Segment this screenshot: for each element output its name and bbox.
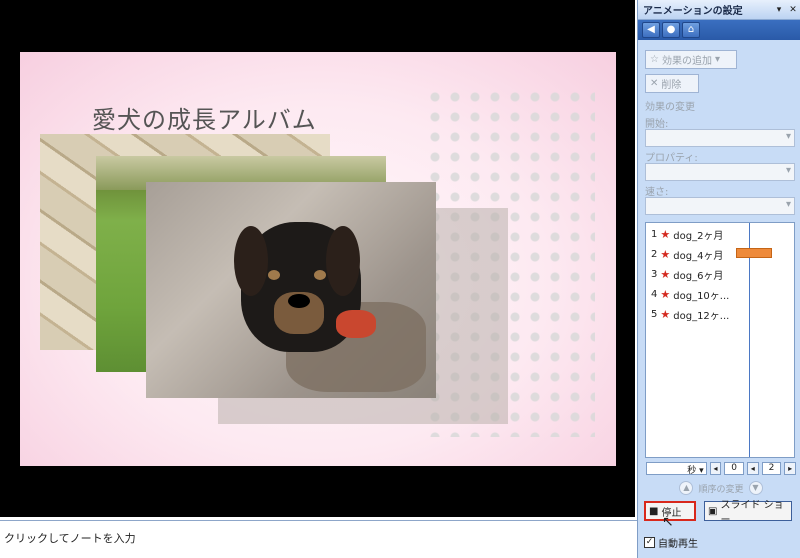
pane-nav: ◀ ● ⌂ (638, 20, 800, 40)
remove-label: 削除 (661, 80, 682, 91)
slideshow-icon: ▣ (708, 505, 718, 517)
item-name: dog_2ヶ月 (673, 230, 724, 242)
notes-pane[interactable]: クリックしてノートを入力 (0, 520, 637, 558)
property-select[interactable] (645, 163, 795, 181)
scroll-left-icon[interactable]: ◂ (746, 461, 759, 475)
dog-eye (268, 270, 280, 280)
start-select[interactable] (645, 129, 795, 147)
autoplay-label: 自動再生 (658, 539, 698, 550)
dog-ear-left (234, 226, 268, 296)
remove-icon: ✕ (650, 78, 659, 89)
speed-select[interactable] (645, 197, 795, 215)
list-item[interactable]: 5 ★ dog_12ヶ... (651, 305, 729, 323)
add-effect-label: 効果の追加 (661, 56, 712, 67)
home-icon[interactable]: ⌂ (682, 22, 700, 38)
remove-button[interactable]: ✕ 削除 (645, 74, 699, 93)
slideshow-button[interactable]: ▣ スライド ショー (704, 500, 792, 526)
property-label: プロパティ: (645, 153, 698, 164)
scroll-left-icon[interactable]: ◂ (709, 461, 722, 475)
item-name: dog_4ヶ月 (673, 250, 724, 262)
timeline-marker (749, 223, 750, 457)
item-number: 5 (651, 308, 658, 320)
timeline-start: 0 (724, 461, 744, 475)
add-effect-button[interactable]: ☆ 効果の追加 ▾ (645, 50, 737, 69)
item-number: 2 (651, 248, 658, 260)
dog-nose (288, 294, 310, 308)
speed-label: 速さ: (645, 187, 669, 198)
item-number: 4 (651, 288, 658, 300)
autoplay-checkbox[interactable]: ✓ 自動再生 (644, 535, 698, 550)
star-icon: ★ (660, 307, 671, 321)
dog-ear-right (326, 226, 360, 296)
timeline-bar[interactable] (736, 248, 772, 258)
dog-ribbon (336, 310, 376, 338)
move-up-icon[interactable]: ▲ (679, 481, 694, 495)
scroll-right-icon[interactable]: ▸ (784, 461, 797, 475)
slide-title[interactable]: 愛犬の成長アルバム (92, 100, 317, 135)
stop-icon: ■ (649, 505, 659, 517)
slide-editing-area[interactable]: 愛犬の成長アルバム (0, 0, 635, 517)
list-item[interactable]: 1 ★ dog_2ヶ月 (651, 225, 723, 243)
slide-canvas[interactable]: 愛犬の成長アルバム (20, 52, 616, 466)
change-effect-label: 効果の変更 (645, 102, 695, 113)
list-item[interactable]: 2 ★ dog_4ヶ月 (651, 245, 723, 263)
notes-placeholder: クリックしてノートを入力 (4, 532, 136, 545)
item-number: 1 (651, 228, 658, 240)
move-down-icon[interactable]: ▼ (748, 481, 763, 495)
pane-header: アニメーションの設定 ▾ ✕ (638, 0, 800, 20)
list-item[interactable]: 3 ★ dog_6ヶ月 (651, 265, 723, 283)
animation-task-pane: アニメーションの設定 ▾ ✕ ◀ ● ⌂ ☆ 効果の追加 ▾ ✕ 削除 効果の変… (637, 0, 800, 558)
time-unit-select[interactable]: 秒 ▾ (646, 461, 707, 476)
timeline-end: 2 (761, 461, 782, 475)
reorder-controls: ▲ 順序の変更 ▼ (646, 480, 796, 496)
item-number: 3 (651, 268, 658, 280)
dog-eye (314, 270, 326, 280)
pane-title: アニメーションの設定 (643, 6, 743, 17)
star-icon: ★ (660, 227, 671, 241)
reorder-label: 順序の変更 (698, 484, 744, 495)
timeline-controls: 秒 ▾ ◂ 0 ◂ 2 ▸ (646, 461, 797, 476)
mouse-cursor-icon: ↖ (662, 514, 674, 530)
close-icon[interactable]: ✕ (786, 5, 800, 15)
time-unit-value: 秒 (687, 465, 697, 476)
start-label: 開始: (645, 119, 669, 130)
star-icon: ☆ (650, 54, 659, 65)
checkbox-checked-icon: ✓ (644, 537, 655, 548)
pane-menu-icon[interactable]: ▾ (772, 5, 786, 15)
forward-icon[interactable]: ● (662, 22, 680, 38)
star-icon: ★ (660, 287, 671, 301)
back-icon[interactable]: ◀ (642, 22, 660, 38)
item-name: dog_12ヶ... (673, 310, 730, 322)
item-name: dog_6ヶ月 (673, 270, 724, 282)
star-icon: ★ (660, 267, 671, 281)
animation-list[interactable]: 1 ★ dog_2ヶ月 2 ★ dog_4ヶ月 3 ★ dog_6ヶ月 4 ★ … (645, 222, 795, 458)
list-item[interactable]: 4 ★ dog_10ヶ... (651, 285, 729, 303)
item-name: dog_10ヶ... (673, 290, 730, 302)
chevron-down-icon: ▾ (714, 54, 720, 65)
slideshow-label: スライド ショー (720, 500, 784, 526)
photo-dog-on-sofa[interactable] (146, 182, 436, 398)
star-icon: ★ (660, 247, 671, 261)
